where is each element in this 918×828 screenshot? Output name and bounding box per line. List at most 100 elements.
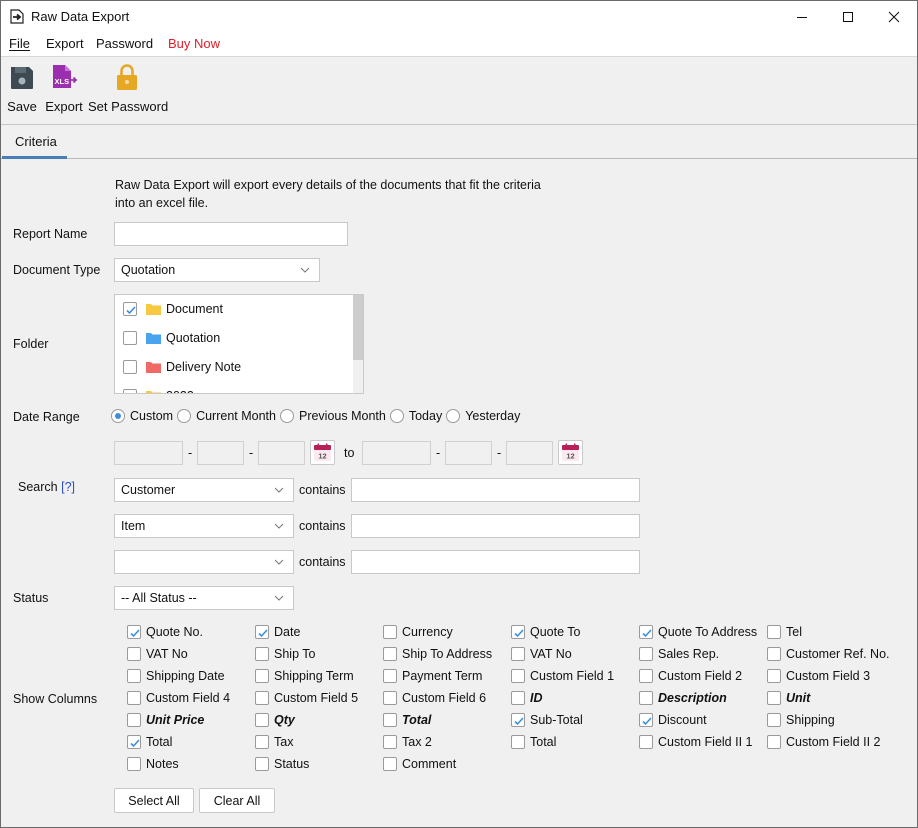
column-option[interactable]: Currency <box>383 625 453 639</box>
radio-button[interactable] <box>446 409 461 423</box>
column-option[interactable]: VAT No <box>511 647 572 661</box>
column-option[interactable]: Custom Field II 2 <box>767 735 880 749</box>
column-option[interactable]: Discount <box>639 713 707 727</box>
column-option[interactable]: VAT No <box>127 647 188 661</box>
column-option[interactable]: Custom Field 4 <box>127 691 230 705</box>
radio-current-month[interactable]: Current Month <box>177 409 276 423</box>
checkbox[interactable] <box>383 647 397 661</box>
from-year-input[interactable] <box>114 441 183 465</box>
column-option[interactable]: Notes <box>127 757 179 771</box>
column-option[interactable]: Total <box>383 713 431 727</box>
radio-custom[interactable]: Custom <box>111 409 173 423</box>
checkbox[interactable] <box>255 669 269 683</box>
checkbox[interactable] <box>383 625 397 639</box>
radio-button[interactable] <box>389 409 404 423</box>
checkbox[interactable] <box>255 713 269 727</box>
checkbox[interactable] <box>127 691 141 705</box>
checkbox-checked[interactable] <box>127 625 141 639</box>
column-option[interactable]: Tax <box>255 735 293 749</box>
checkbox[interactable] <box>767 713 781 727</box>
maximize-button[interactable] <box>825 1 871 33</box>
column-option[interactable]: Unit <box>767 691 810 705</box>
folder-item-delivery-note[interactable]: Delivery Note <box>123 357 241 377</box>
column-option[interactable]: Sub-Total <box>511 713 583 727</box>
radio-yesterday[interactable]: Yesterday <box>446 409 520 423</box>
radio-button[interactable] <box>177 409 192 423</box>
column-option[interactable]: Quote To Address <box>639 625 757 639</box>
checkbox-checked[interactable] <box>639 713 653 727</box>
checkbox[interactable] <box>639 735 653 749</box>
checkbox[interactable] <box>639 691 653 705</box>
column-option[interactable]: Quote To <box>511 625 581 639</box>
checkbox[interactable] <box>639 647 653 661</box>
checkbox[interactable] <box>127 757 141 771</box>
select-all-button[interactable]: Select All <box>114 788 194 813</box>
folder-item-document[interactable]: Document <box>123 299 223 319</box>
column-option[interactable]: Custom Field II 1 <box>639 735 752 749</box>
column-option[interactable]: ID <box>511 691 543 705</box>
search-field-select-2[interactable]: Item <box>114 514 294 538</box>
checkbox[interactable] <box>123 331 137 345</box>
checkbox[interactable] <box>383 713 397 727</box>
checkbox[interactable] <box>383 735 397 749</box>
checkbox[interactable] <box>511 691 525 705</box>
column-option[interactable]: Date <box>255 625 300 639</box>
column-option[interactable]: Custom Field 1 <box>511 669 614 683</box>
search-field-select-1[interactable]: Customer <box>114 478 294 502</box>
export-button[interactable]: XLS Export <box>45 62 83 114</box>
from-month-input[interactable] <box>197 441 244 465</box>
to-month-input[interactable] <box>445 441 492 465</box>
status-select[interactable]: -- All Status -- <box>114 586 294 610</box>
column-option[interactable]: Ship To <box>255 647 315 661</box>
column-option[interactable]: Payment Term <box>383 669 482 683</box>
checkbox[interactable] <box>255 757 269 771</box>
radio-today[interactable]: Today <box>389 409 442 423</box>
column-option[interactable]: Customer Ref. No. <box>767 647 890 661</box>
menu-export[interactable]: Export <box>46 36 84 51</box>
column-option[interactable]: Qty <box>255 713 295 727</box>
checkbox-checked[interactable] <box>511 625 525 639</box>
checkbox[interactable] <box>127 669 141 683</box>
checkbox[interactable] <box>767 669 781 683</box>
checkbox[interactable] <box>127 647 141 661</box>
checkbox[interactable] <box>511 647 525 661</box>
document-type-select[interactable]: Quotation <box>114 258 320 282</box>
checkbox[interactable] <box>255 691 269 705</box>
set-password-button[interactable]: Set Password <box>88 62 168 114</box>
checkbox-checked[interactable] <box>511 713 525 727</box>
column-option[interactable]: Total <box>511 735 556 749</box>
column-option[interactable]: Custom Field 6 <box>383 691 486 705</box>
column-option[interactable]: Sales Rep. <box>639 647 719 661</box>
folder-list[interactable]: Document Quotation Delivery Note 2022 <box>114 294 364 394</box>
column-option[interactable]: Custom Field 3 <box>767 669 870 683</box>
checkbox-checked[interactable] <box>123 302 137 316</box>
menu-password[interactable]: Password <box>96 36 153 51</box>
menu-file[interactable]: File <box>9 36 30 51</box>
column-option[interactable]: Quote No. <box>127 625 203 639</box>
checkbox-checked[interactable] <box>639 625 653 639</box>
radio-previous-month[interactable]: Previous Month <box>279 409 386 423</box>
checkbox[interactable] <box>127 713 141 727</box>
radio-button-selected[interactable] <box>111 409 125 423</box>
checkbox[interactable] <box>767 647 781 661</box>
search-help-link[interactable]: [?] <box>61 480 75 494</box>
to-day-input[interactable] <box>506 441 553 465</box>
checkbox-checked[interactable] <box>255 625 269 639</box>
checkbox-checked[interactable] <box>127 735 141 749</box>
from-calendar-button[interactable]: 12 <box>310 440 335 465</box>
search-field-select-3[interactable] <box>114 550 294 574</box>
save-button[interactable]: Save <box>7 62 37 114</box>
to-year-input[interactable] <box>362 441 431 465</box>
search-value-input-3[interactable] <box>351 550 640 574</box>
checkbox[interactable] <box>511 735 525 749</box>
checkbox[interactable] <box>255 647 269 661</box>
menu-buy-now[interactable]: Buy Now <box>168 36 220 51</box>
column-option[interactable]: Shipping Term <box>255 669 354 683</box>
column-option[interactable]: Tel <box>767 625 802 639</box>
report-name-input[interactable] <box>114 222 348 246</box>
folder-item-quotation[interactable]: Quotation <box>123 328 220 348</box>
checkbox[interactable] <box>639 669 653 683</box>
close-button[interactable] <box>871 1 917 33</box>
folder-scrollbar[interactable] <box>353 295 363 393</box>
checkbox[interactable] <box>767 691 781 705</box>
